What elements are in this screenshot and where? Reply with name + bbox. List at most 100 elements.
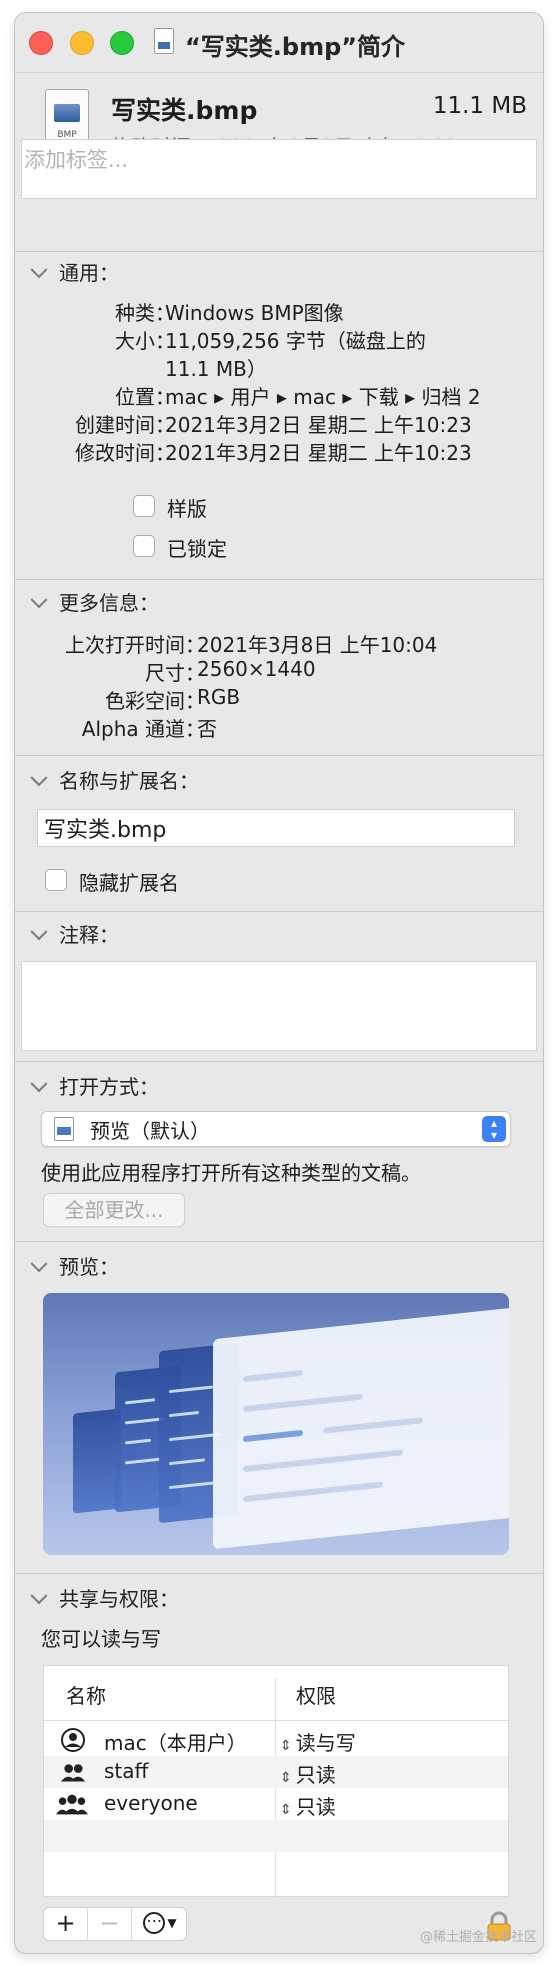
sharing-status: 您可以读与写: [41, 1627, 161, 1651]
divider: [15, 911, 543, 912]
ellipsis-circle-icon: ⋯: [143, 1912, 166, 1934]
stationery-label: 样版: [167, 497, 207, 521]
general-size-row-cont: 11.1 MB）: [15, 353, 543, 381]
general-size-row: 大小： 11,059,256 字节（磁盘上的: [15, 325, 543, 353]
locked-label: 已锁定: [167, 537, 227, 561]
minimize-button[interactable]: [70, 31, 94, 55]
bmp-file-icon: BMP: [45, 89, 89, 145]
document-proxy-icon[interactable]: [154, 28, 174, 54]
modified-label: 修改时间：: [75, 441, 175, 465]
where-label: 位置：: [115, 385, 175, 409]
divider: [15, 1573, 543, 1574]
section-more-info-title: 更多信息：: [59, 591, 159, 615]
permissions-table: 名称 权限 mac（本用户） ⇕ 读与写 staff ⇕ 只读 everyone…: [43, 1665, 509, 1898]
user-name: everyone: [104, 1791, 198, 1815]
kind-value: Windows BMP图像: [165, 301, 344, 325]
section-comments-title: 注释：: [59, 923, 119, 947]
chevron-down-icon: ▼: [167, 1916, 177, 1930]
alpha-channel-value: 否: [197, 717, 217, 741]
preview-decoration: [213, 1306, 509, 1550]
watermark-text: @稀土掘金技术社区: [420, 1930, 538, 1945]
zoom-button[interactable]: [110, 31, 134, 55]
privilege-value: 读与写: [295, 1731, 356, 1755]
section-open-with-header[interactable]: 打开方式：: [30, 1071, 159, 1100]
stationery-checkbox[interactable]: [133, 495, 155, 517]
chevron-down-icon: [30, 769, 48, 787]
empty-row: [44, 1820, 508, 1852]
section-sharing-title: 共享与权限：: [59, 1587, 179, 1611]
size-value-continued: 11.1 MB）: [165, 357, 267, 381]
action-menu-button[interactable]: ⋯ ▼: [132, 1908, 188, 1940]
table-row[interactable]: mac（本用户） ⇕ 读与写: [44, 1724, 508, 1756]
column-header-privilege[interactable]: 权限: [296, 1680, 336, 1709]
divider: [15, 1061, 543, 1062]
section-open-with-title: 打开方式：: [59, 1075, 159, 1099]
section-name-ext-title: 名称与扩展名：: [59, 769, 199, 793]
group-icon: [60, 1764, 86, 1782]
title-bar: “写实类.bmp”简介: [15, 13, 543, 73]
section-general-header[interactable]: 通用：: [30, 257, 119, 286]
divider: [15, 755, 543, 756]
general-where-row: 位置： mac ▸ 用户 ▸ mac ▸ 下载 ▸ 归档 2: [15, 381, 543, 409]
close-button[interactable]: [29, 31, 53, 55]
general-modified-row: 修改时间： 2021年3月2日 星期二 上午10:23: [15, 437, 543, 465]
remove-user-button[interactable]: −: [88, 1908, 132, 1940]
section-general-title: 通用：: [59, 261, 119, 285]
dimensions-row: 尺寸： 2560×1440: [15, 657, 543, 685]
table-row[interactable]: everyone ⇕ 只读: [44, 1788, 508, 1820]
up-down-arrows-icon: ⇕: [280, 1770, 292, 1786]
section-sharing-header[interactable]: 共享与权限：: [30, 1583, 179, 1612]
change-all-button[interactable]: 全部更改...: [43, 1193, 185, 1227]
general-created-row: 创建时间： 2021年3月2日 星期二 上午10:23: [15, 409, 543, 437]
privilege-popup[interactable]: ⇕ 只读: [280, 1791, 336, 1820]
permissions-table-header: 名称 权限: [44, 1666, 508, 1721]
privilege-value: 只读: [295, 1763, 336, 1787]
table-row[interactable]: staff ⇕ 只读: [44, 1756, 508, 1788]
file-name-field[interactable]: 写实类.bmp: [37, 809, 515, 847]
file-name: 写实类.bmp: [111, 96, 258, 125]
hide-extension-checkbox[interactable]: [45, 869, 67, 891]
preview-app-icon: [54, 1117, 74, 1141]
created-value: 2021年3月2日 星期二 上午10:23: [165, 413, 472, 437]
section-comments-header[interactable]: 注释：: [30, 919, 119, 948]
privilege-popup[interactable]: ⇕ 只读: [280, 1759, 336, 1788]
locked-checkbox[interactable]: [133, 535, 155, 557]
open-with-app-label: 预览（默认）: [90, 1119, 210, 1143]
color-space-label: 色彩空间：: [105, 689, 205, 713]
section-more-info-header[interactable]: 更多信息：: [30, 587, 159, 616]
popup-stepper-icon: ▴ ▾: [482, 1116, 506, 1142]
comments-textarea[interactable]: [21, 961, 537, 1051]
column-header-name[interactable]: 名称: [66, 1680, 106, 1709]
divider: [15, 1241, 543, 1242]
section-preview-header[interactable]: 预览：: [30, 1251, 119, 1280]
add-user-button[interactable]: +: [44, 1908, 88, 1940]
divider: [15, 579, 543, 580]
window-title: “写实类.bmp”简介: [185, 33, 406, 61]
last-opened-label: 上次打开时间：: [65, 633, 205, 657]
section-name-ext-header[interactable]: 名称与扩展名：: [30, 765, 199, 794]
chevron-down-icon: [30, 1255, 48, 1273]
section-preview-title: 预览：: [59, 1255, 119, 1279]
hide-extension-label: 隐藏扩展名: [79, 871, 179, 895]
color-space-row: 色彩空间： RGB: [15, 685, 543, 713]
empty-row: [44, 1852, 508, 1884]
image-thumbnail-icon: [54, 104, 80, 122]
where-value: mac ▸ 用户 ▸ mac ▸ 下载 ▸ 归档 2: [165, 385, 481, 409]
everyone-icon: [56, 1794, 88, 1815]
chevron-down-icon: [30, 261, 48, 279]
permissions-toolbar: + − ⋯ ▼: [43, 1907, 187, 1941]
info-window: “写实类.bmp”简介 BMP 写实类.bmp 11.1 MB 修改时间： 20…: [14, 12, 544, 1954]
chevron-down-icon: [30, 591, 48, 609]
size-value: 11,059,256 字节（磁盘上的: [165, 329, 426, 353]
up-down-arrows-icon: ⇕: [280, 1802, 292, 1818]
chevron-down-icon: [30, 1587, 48, 1605]
divider: [15, 251, 543, 252]
alpha-channel-row: Alpha 通道： 否: [15, 713, 543, 741]
size-label: 大小：: [115, 329, 175, 353]
privilege-popup[interactable]: ⇕ 读与写: [280, 1727, 356, 1756]
open-with-description: 使用此应用程序打开所有这种类型的文稿。: [41, 1161, 421, 1185]
tags-input[interactable]: 添加标签...: [21, 139, 537, 199]
chevron-down-icon: [30, 1075, 48, 1093]
preview-decoration: [73, 1408, 121, 1514]
open-with-popup[interactable]: 预览（默认） ▴ ▾: [41, 1111, 511, 1147]
